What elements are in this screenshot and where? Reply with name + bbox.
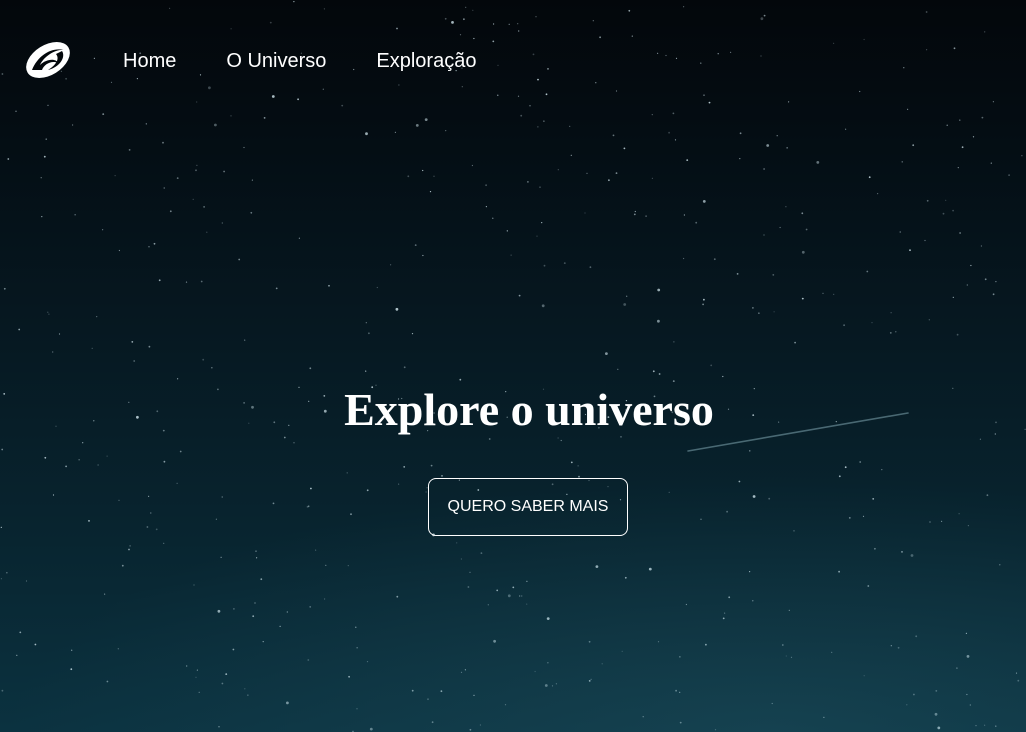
hero-title: Explore o universo <box>344 384 714 435</box>
hero-section: Explore o universo QUERO SABER MAIS <box>0 0 1026 732</box>
learn-more-button[interactable]: QUERO SABER MAIS <box>428 478 628 536</box>
